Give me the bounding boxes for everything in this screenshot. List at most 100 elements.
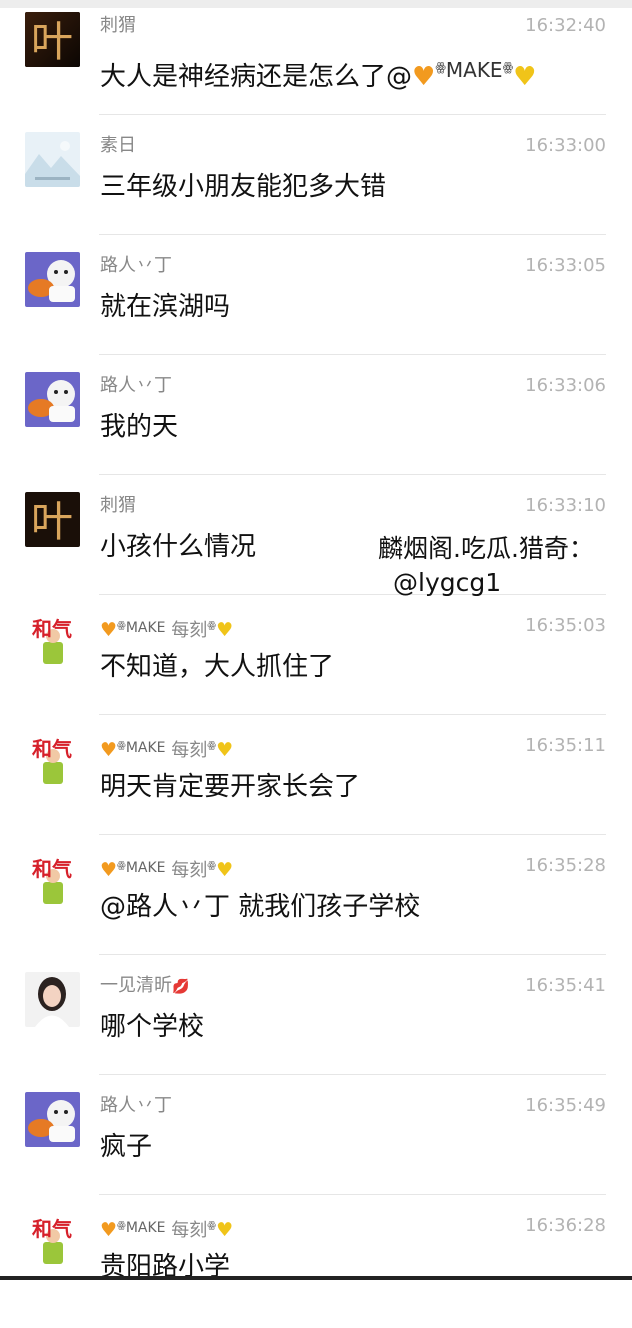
message-text: @路人丷丁 就我们孩子学校 bbox=[100, 892, 421, 922]
message-row[interactable]: 一见清昕💋 16:35:41 哪个学校 bbox=[0, 968, 632, 1088]
message-row[interactable]: 路人丷丁 16:33:05 就在滨湖吗 bbox=[0, 248, 632, 368]
sender-name: 素日 bbox=[100, 135, 136, 156]
orange-heart-icon: ♥ bbox=[100, 1219, 118, 1241]
avatar-ye-icon: 叶 bbox=[25, 12, 80, 67]
divider bbox=[99, 114, 606, 115]
sender-name: 路人丷丁 bbox=[100, 375, 172, 396]
mention-name: MAKE bbox=[445, 58, 503, 82]
divider bbox=[99, 354, 606, 355]
avatar-letter: 和气 bbox=[32, 1217, 72, 1241]
message-row[interactable]: 和气 ♥ꙮMAKE 每刻ꙮ♥ 16:35:11 明天肯定要开家长会了 bbox=[0, 728, 632, 848]
message-text: 明天肯定要开家长会了 bbox=[100, 772, 361, 802]
name-text: 每刻 bbox=[171, 740, 208, 761]
avatar-letter: 和气 bbox=[32, 617, 72, 641]
message-row[interactable]: 和气 ♥ꙮMAKE 每刻ꙮ♥ 16:35:03 不知道，大人抓住了 bbox=[0, 608, 632, 728]
divider bbox=[99, 1194, 606, 1195]
avatar[interactable]: 和气 bbox=[25, 1212, 80, 1267]
avatar-letter: 和气 bbox=[32, 857, 72, 881]
name-make: MAKE bbox=[125, 860, 166, 876]
sender-name: 刺猬 bbox=[100, 15, 136, 36]
orange-heart-icon: ♥ bbox=[412, 62, 436, 92]
ribbon-icon: ꙮ bbox=[207, 740, 217, 751]
yellow-heart-icon: ♥ bbox=[216, 1219, 234, 1241]
yellow-heart-icon: ♥ bbox=[513, 62, 537, 92]
avatar-letter: 和气 bbox=[32, 737, 72, 761]
divider bbox=[99, 1074, 606, 1075]
message-row[interactable]: 路人丷丁 16:33:06 我的天 bbox=[0, 368, 632, 488]
avatar[interactable] bbox=[25, 972, 80, 1027]
message-text: 哪个学校 bbox=[100, 1012, 205, 1042]
top-edge bbox=[0, 0, 632, 8]
message-text: 不知道，大人抓住了 bbox=[100, 652, 335, 682]
avatar[interactable] bbox=[25, 132, 80, 187]
message-time: 16:35:03 bbox=[525, 615, 606, 636]
name-text: 每刻 bbox=[171, 1220, 208, 1241]
ribbon-icon: ꙮ bbox=[117, 860, 126, 871]
orange-heart-icon: ♥ bbox=[100, 739, 118, 761]
watermark: 麟烟阁.吃瓜.猎奇： @lygcg1 bbox=[378, 532, 594, 600]
avatar-portrait-icon bbox=[25, 972, 80, 1027]
name-make: MAKE bbox=[125, 620, 166, 636]
message-time: 16:35:49 bbox=[525, 1095, 606, 1116]
message-text: 三年级小朋友能犯多大错 bbox=[100, 172, 387, 202]
message-time: 16:32:40 bbox=[525, 15, 606, 36]
sender-name: ♥ꙮMAKE 每刻ꙮ♥ bbox=[100, 854, 233, 883]
message-text: 疯子 bbox=[100, 1132, 153, 1162]
sender-name: 路人丷丁 bbox=[100, 255, 172, 276]
orange-heart-icon: ♥ bbox=[100, 619, 118, 641]
message-body: 大人是神经病还是怎么了@ bbox=[100, 62, 413, 92]
message-time: 16:35:41 bbox=[525, 975, 606, 996]
avatar[interactable]: 叶 bbox=[25, 12, 80, 67]
message-row[interactable]: 路人丷丁 16:35:49 疯子 bbox=[0, 1088, 632, 1208]
orange-heart-icon: ♥ bbox=[100, 859, 118, 881]
ribbon-icon: ꙮ bbox=[207, 860, 217, 871]
avatar-calligraphy-icon: 和气 bbox=[25, 612, 80, 667]
watermark-line-1: 麟烟阁.吃瓜.猎奇： bbox=[378, 534, 594, 563]
avatar[interactable] bbox=[25, 1092, 80, 1147]
avatar-landscape-icon bbox=[25, 132, 80, 187]
avatar-calligraphy-icon: 和气 bbox=[25, 732, 80, 787]
avatar-ye-icon: 叶 bbox=[25, 492, 80, 547]
avatar-cartoon-icon bbox=[25, 372, 80, 427]
message-row[interactable]: 素日 16:33:00 三年级小朋友能犯多大错 bbox=[0, 128, 632, 248]
avatar-cartoon-icon bbox=[25, 252, 80, 307]
name-make: MAKE bbox=[125, 740, 166, 756]
avatar[interactable] bbox=[25, 252, 80, 307]
ribbon-icon: ꙮ bbox=[502, 60, 514, 74]
sender-name: 路人丷丁 bbox=[100, 1095, 172, 1116]
ribbon-icon: ꙮ bbox=[435, 60, 446, 74]
message-time: 16:35:28 bbox=[525, 855, 606, 876]
divider bbox=[99, 714, 606, 715]
ribbon-icon: ꙮ bbox=[117, 620, 126, 631]
ribbon-icon: ꙮ bbox=[117, 740, 126, 751]
name-make: MAKE bbox=[125, 1220, 166, 1236]
bottom-edge bbox=[0, 1276, 632, 1280]
sender-name: 刺猬 bbox=[100, 495, 136, 516]
message-row[interactable]: 和气 ♥ꙮMAKE 每刻ꙮ♥ 16:36:28 贵阳路小学 bbox=[0, 1208, 632, 1328]
sender-name: 一见清昕💋 bbox=[100, 974, 189, 999]
watermark-line-2: @lygcg1 bbox=[393, 568, 502, 597]
avatar[interactable] bbox=[25, 372, 80, 427]
ribbon-icon: ꙮ bbox=[117, 1220, 126, 1231]
avatar[interactable]: 和气 bbox=[25, 852, 80, 907]
message-text: 大人是神经病还是怎么了@♥ꙮMAKEꙮ♥ bbox=[100, 50, 536, 94]
avatar-letter: 叶 bbox=[31, 497, 73, 546]
ribbon-icon: ꙮ bbox=[207, 620, 217, 631]
message-time: 16:33:05 bbox=[525, 255, 606, 276]
lips-icon: 💋 bbox=[172, 979, 190, 995]
avatar-calligraphy-icon: 和气 bbox=[25, 1212, 80, 1267]
message-time: 16:33:00 bbox=[525, 135, 606, 156]
avatar[interactable]: 和气 bbox=[25, 732, 80, 787]
yellow-heart-icon: ♥ bbox=[216, 619, 234, 641]
message-row[interactable]: 和气 ♥ꙮMAKE 每刻ꙮ♥ 16:35:28 @路人丷丁 就我们孩子学校 bbox=[0, 848, 632, 968]
message-row[interactable]: 叶 刺猬 16:32:40 大人是神经病还是怎么了@♥ꙮMAKEꙮ♥ bbox=[0, 8, 632, 128]
divider bbox=[99, 834, 606, 835]
message-text: 就在滨湖吗 bbox=[100, 292, 231, 322]
avatar[interactable]: 叶 bbox=[25, 492, 80, 547]
yellow-heart-icon: ♥ bbox=[216, 739, 234, 761]
message-time: 16:35:11 bbox=[525, 735, 606, 756]
message-text: 小孩什么情况 bbox=[100, 532, 257, 562]
message-time: 16:33:06 bbox=[525, 375, 606, 396]
avatar[interactable]: 和气 bbox=[25, 612, 80, 667]
message-text: 我的天 bbox=[100, 412, 179, 442]
